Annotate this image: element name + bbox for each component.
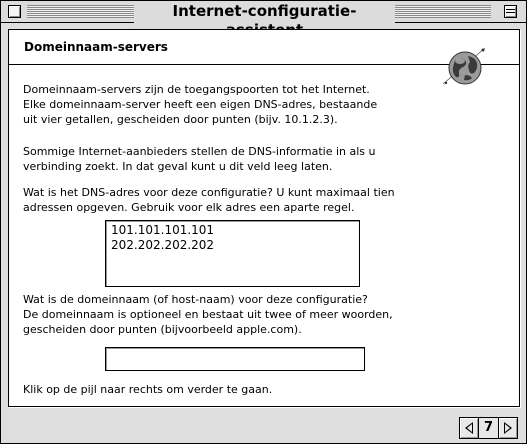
dns-address-field[interactable]: 101.101.101.101 202.202.202.202 <box>105 220 360 287</box>
previous-page-button[interactable] <box>460 418 478 438</box>
collapse-box[interactable] <box>504 5 517 18</box>
dns-address-line: 202.202.202.202 <box>111 238 215 252</box>
dns-question: Wat is het DNS-adres voor deze configura… <box>23 186 395 214</box>
next-page-button[interactable] <box>499 418 517 438</box>
domain-name-field[interactable] <box>105 347 365 371</box>
assistant-window: Internet-configuratie-assistent Domeinna… <box>0 0 527 444</box>
title-stripes-left <box>27 5 134 18</box>
left-arrow-icon <box>465 422 473 434</box>
close-box[interactable] <box>8 5 21 18</box>
content-panel: Domeinnaam-servers Domeinnaam-servers zi… <box>8 29 520 407</box>
title-bar[interactable]: Internet-configuratie-assistent <box>1 1 526 40</box>
section-title: Domeinnaam-servers <box>24 40 168 54</box>
page-number: 7 <box>478 418 499 438</box>
title-stripes-right <box>395 5 491 18</box>
right-arrow-icon <box>504 422 512 434</box>
bottom-bar: 7 <box>1 410 526 443</box>
domain-question: Wat is de domeinnaam (of host-naam) voor… <box>23 293 393 336</box>
dns-address-line: 101.101.101.101 <box>111 223 215 237</box>
page-navigator: 7 <box>459 417 518 439</box>
provider-paragraph: Sommige Internet-aanbieders stellen de D… <box>23 145 376 173</box>
continue-hint: Klik op de pijl naar rechts om verder te… <box>23 383 273 396</box>
intro-paragraph: Domeinnaam-servers zijn de toegangspoort… <box>23 83 378 126</box>
